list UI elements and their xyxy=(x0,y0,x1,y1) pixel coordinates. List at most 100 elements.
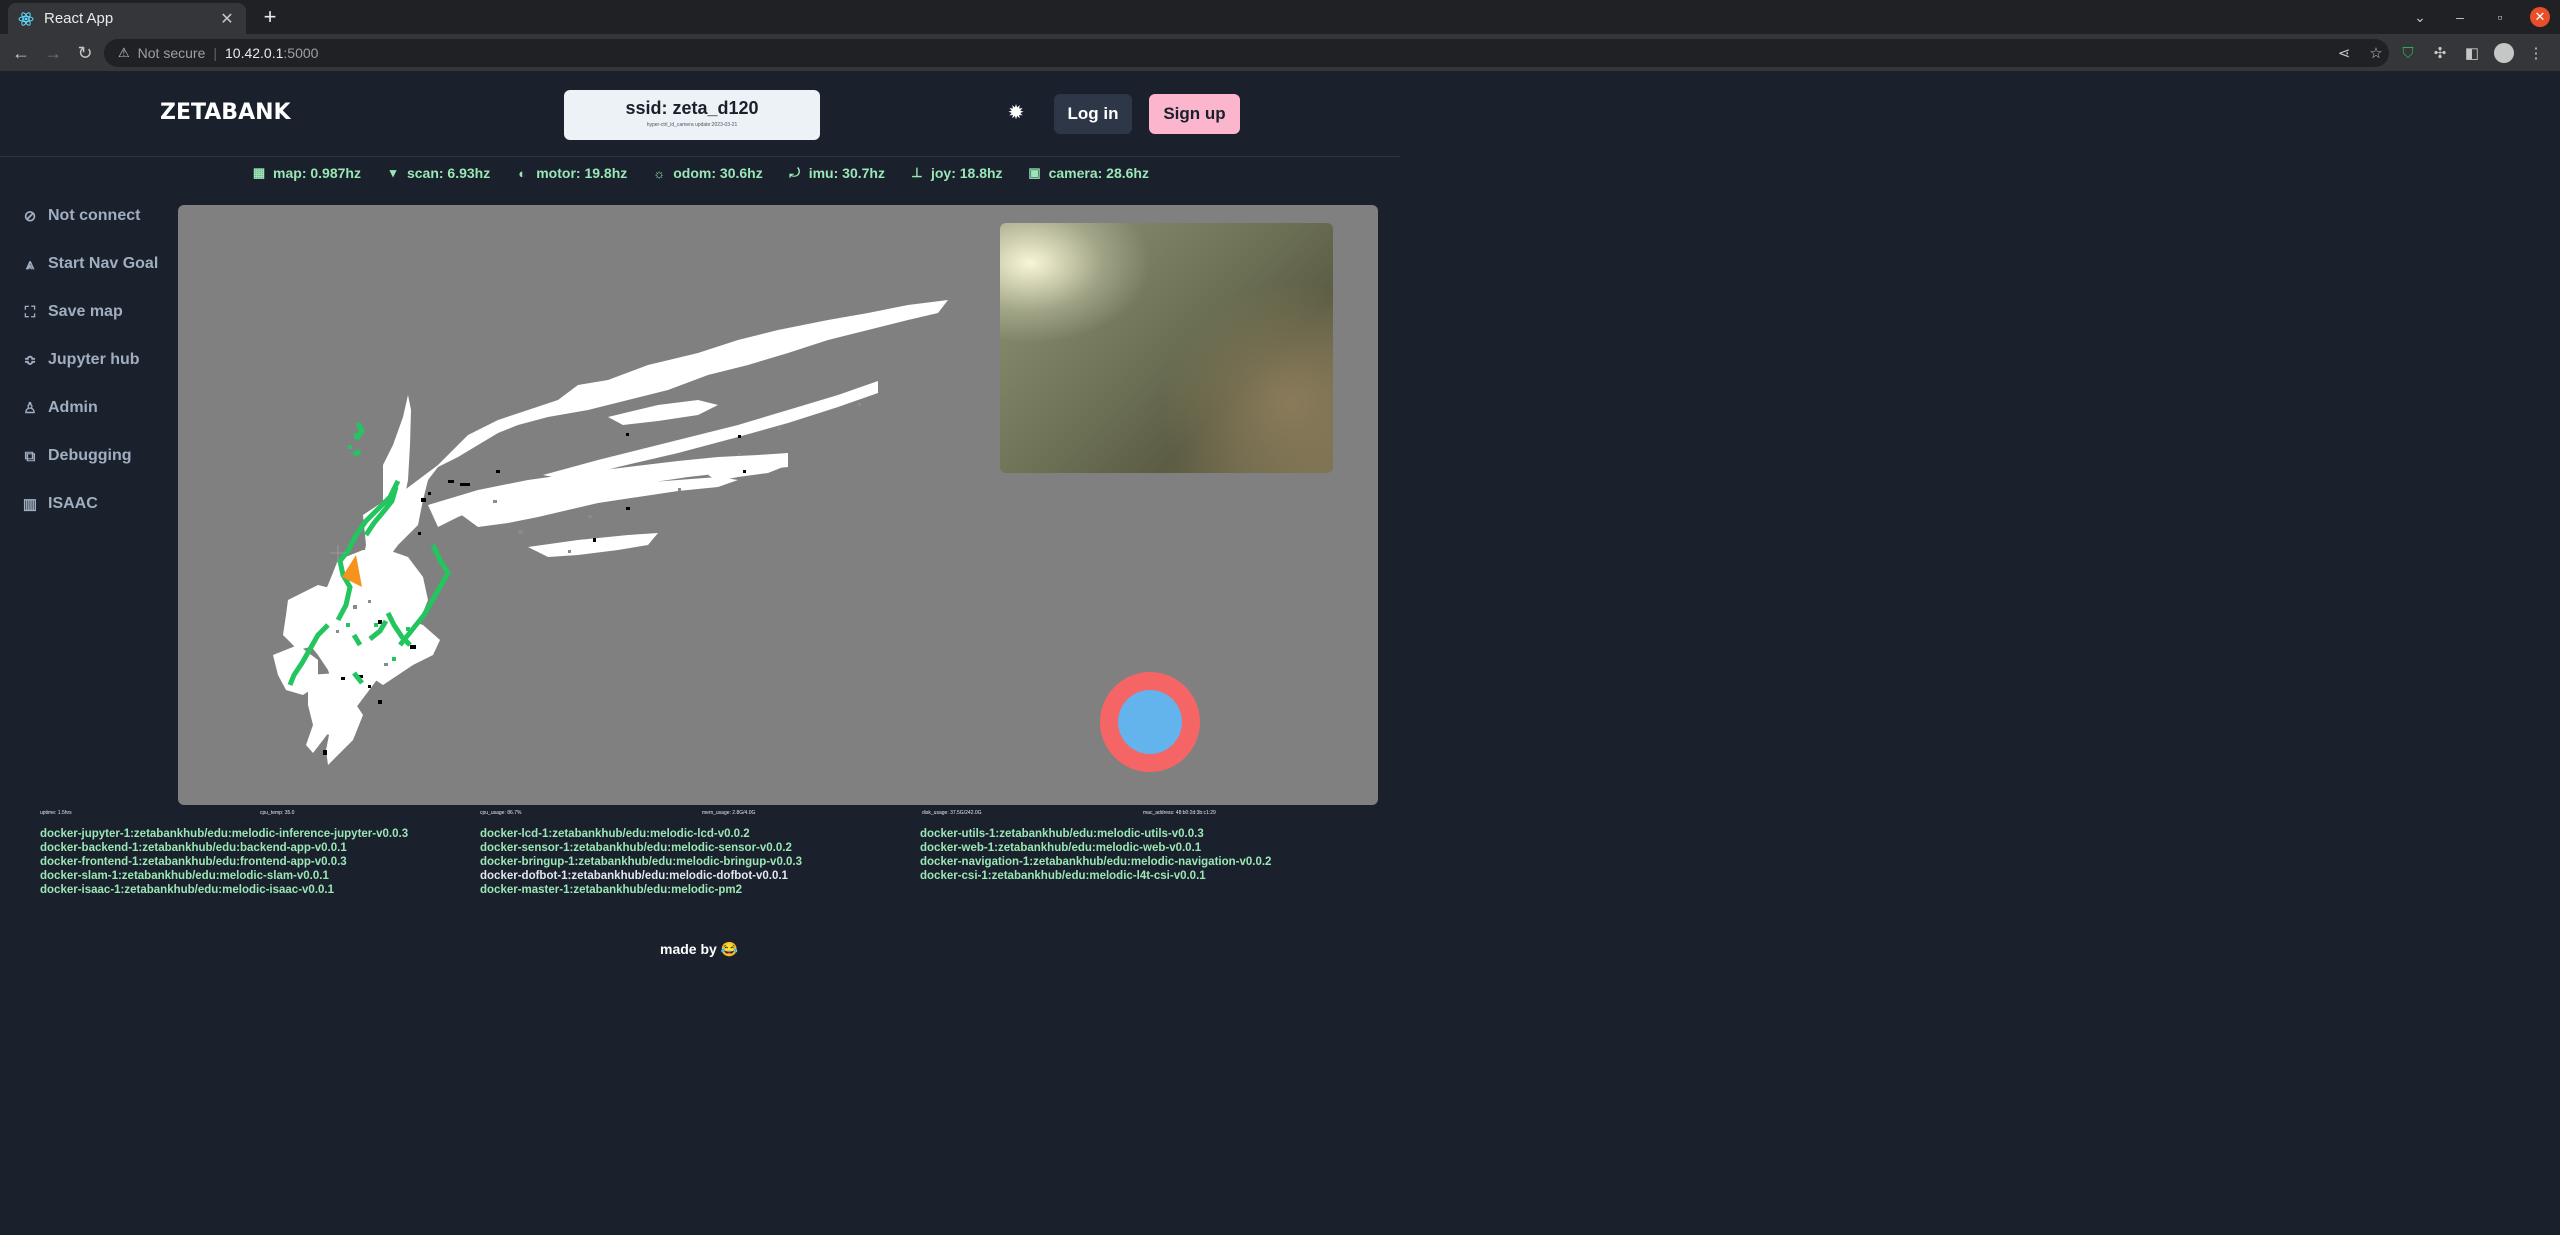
status-map-label: map: 0.987hz xyxy=(273,165,361,181)
footer-credit: made by 😂 xyxy=(660,941,739,957)
app-header: ZETABANK ssid: zeta_d120 hyper-ctrl_ld_c… xyxy=(0,72,1400,157)
sidebar-item-start-nav-goal[interactable]: ⩓ Start Nav Goal xyxy=(0,240,176,288)
debug-icon: ⧉ xyxy=(24,447,36,465)
joystick[interactable] xyxy=(1100,672,1200,772)
camera-feed xyxy=(1000,223,1333,473)
sidebar-item-label: Start Nav Goal xyxy=(48,255,159,272)
url-input[interactable]: ⚠ Not secure | 10.42.0.1:5000 xyxy=(104,39,2389,67)
container-item: docker-utils-1:zetabankhub/edu:melodic-u… xyxy=(920,828,1204,840)
sidebar-item-not-connect[interactable]: ⊘ Not connect xyxy=(0,192,176,240)
sidebar-item-label: Admin xyxy=(48,399,98,416)
free-space xyxy=(273,300,948,765)
system-disk-usage: disk_usage: 37.5G/242.0G xyxy=(922,810,982,816)
react-icon xyxy=(18,11,34,26)
bar-chart-icon: ▥ xyxy=(22,496,38,513)
tab-close-icon[interactable]: ✕ xyxy=(218,10,236,28)
imu-icon: ⤾ xyxy=(789,165,801,180)
jupyter-icon: ≎ xyxy=(23,352,37,369)
sidebar-item-label: Not connect xyxy=(48,207,141,224)
status-scan-label: scan: 6.93hz xyxy=(406,165,491,181)
zetabank-logo[interactable]: ZETABANK xyxy=(160,100,291,125)
back-icon[interactable]: ← xyxy=(10,42,32,64)
container-item: docker-bringup-1:zetabankhub/edu:melodic… xyxy=(480,856,803,868)
toolbar-icons: ⋖ ☆ ⛉ ✣ ◧ ⋮ xyxy=(2328,34,2560,72)
sidebar-item-label: ISAAC xyxy=(48,495,98,512)
status-map: ▦ map: 0.987hz xyxy=(251,165,361,181)
sidebar-item-save-map[interactable]: ⛶ Save map xyxy=(0,288,176,336)
new-tab-button[interactable]: + xyxy=(258,4,282,29)
container-item: docker-master-1:zetabankhub/edu:melodic-… xyxy=(480,884,743,896)
sidebar-item-admin[interactable]: ♙ Admin xyxy=(0,384,176,432)
system-info-row: uptime: 1.5hrs cpu_temp: 35.0 cpu_usage:… xyxy=(0,810,1400,822)
signup-button[interactable]: Sign up xyxy=(1149,94,1240,134)
minimize-icon[interactable]: – xyxy=(2440,0,2480,34)
forward-icon[interactable]: → xyxy=(42,42,64,64)
warning-icon: ⚠ xyxy=(118,45,130,60)
system-mem-usage: mem_usage: 2.8G/4.0G xyxy=(702,810,756,816)
status-odom: ☼ odom: 30.6hz xyxy=(651,165,762,181)
close-window-icon[interactable]: ✕ xyxy=(2520,0,2560,34)
system-uptime: uptime: 1.5hrs xyxy=(40,810,72,816)
compass-icon: ⊘ xyxy=(23,208,37,225)
user-icon: ♙ xyxy=(23,400,37,417)
container-item: docker-web-1:zetabankhub/edu:melodic-web… xyxy=(920,842,1202,854)
joystick-knob[interactable] xyxy=(1118,690,1182,754)
window-controls: ⌄ – ▫ ✕ xyxy=(2400,0,2560,34)
container-item: docker-frontend-1:zetabankhub/edu:fronte… xyxy=(40,856,347,868)
system-cpu-temp: cpu_temp: 35.0 xyxy=(260,810,295,816)
sidebar-item-jupyter-hub[interactable]: ≎ Jupyter hub xyxy=(0,336,176,384)
url-port: :5000 xyxy=(283,45,319,61)
status-imu-label: imu: 30.7hz xyxy=(808,165,885,181)
joystick-icon: ⊥ xyxy=(911,165,923,180)
star-icon[interactable]: ☆ xyxy=(2360,39,2392,67)
sidebar-item-debugging[interactable]: ⧉ Debugging xyxy=(0,432,176,480)
status-joy: ⊥ joy: 18.8hz xyxy=(909,165,1003,181)
share-icon[interactable]: ⋖ xyxy=(2328,39,2360,67)
container-item: docker-lcd-1:zetabankhub/edu:melodic-lcd… xyxy=(480,828,750,840)
status-imu: ⤾ imu: 30.7hz xyxy=(787,165,885,181)
sidebar: ⊘ Not connect ⩓ Start Nav Goal ⛶ Save map ≎… xyxy=(0,192,176,528)
container-item: docker-dofbot-1:zetabankhub/edu:melodic-… xyxy=(480,870,788,882)
browser-tab[interactable]: React App ✕ xyxy=(8,3,246,34)
container-column-2: docker-lcd-1:zetabankhub/edu:melodic-lcd… xyxy=(480,827,920,897)
tab-search-icon[interactable]: ⌄ xyxy=(2400,0,2440,34)
container-item: docker-jupyter-1:zetabankhub/edu:melodic… xyxy=(40,828,409,840)
map-viewer[interactable] xyxy=(178,205,1378,805)
extensions-icon[interactable]: ✣ xyxy=(2424,39,2456,67)
system-cpu-usage: cpu_usage: 86.7% xyxy=(480,810,522,816)
side-panel-icon[interactable]: ◧ xyxy=(2456,39,2488,67)
address-bar: ← → ↻ ⚠ Not secure | 10.42.0.1:5000 ⋖ ☆ … xyxy=(0,34,2560,72)
map-icon: ⛶ xyxy=(24,303,36,321)
reload-icon[interactable]: ↻ xyxy=(74,42,96,64)
ssid-label: ssid: zeta_d120 xyxy=(625,98,759,118)
theme-toggle-sun-icon[interactable]: ✹ xyxy=(1000,96,1032,128)
status-odom-label: odom: 30.6hz xyxy=(673,165,763,181)
motor-icon: ◐ xyxy=(518,165,527,181)
wifi-icon: ▾ xyxy=(389,165,397,180)
ssid-subtitle: hyper-ctrl_ld_camera update:2023-03-21 xyxy=(646,122,738,128)
url-host: 10.42.0.1 xyxy=(225,45,284,61)
shield-extension-icon[interactable]: ⛉ xyxy=(2392,39,2424,67)
container-item: docker-slam-1:zetabankhub/edu:melodic-sl… xyxy=(40,870,329,882)
browser-tab-bar: React App ✕ + ⌄ – ▫ ✕ xyxy=(0,0,2560,34)
restore-icon[interactable]: ▫ xyxy=(2480,0,2520,34)
tab-title: React App xyxy=(44,10,114,27)
profile-icon[interactable] xyxy=(2488,39,2520,67)
app-root: ZETABANK ssid: zeta_d120 hyper-ctrl_ld_c… xyxy=(0,72,2560,1235)
sun-icon: ☼ xyxy=(653,165,666,181)
sidebar-item-label: Save map xyxy=(48,303,123,320)
status-camera-label: camera: 28.6hz xyxy=(1048,165,1149,181)
login-button[interactable]: Log in xyxy=(1054,94,1132,134)
container-item: docker-navigation-1:zetabankhub/edu:melo… xyxy=(920,856,1272,868)
grid-icon: ▦ xyxy=(252,165,266,180)
ssid-badge: ssid: zeta_d120 hyper-ctrl_ld_camera upd… xyxy=(564,90,820,140)
status-motor-label: motor: 19.8hz xyxy=(536,165,628,181)
sidebar-item-label: Jupyter hub xyxy=(48,351,140,368)
sidebar-item-isaac[interactable]: ▥ ISAAC xyxy=(0,480,176,528)
container-item: docker-backend-1:zetabankhub/edu:backend… xyxy=(40,842,347,854)
container-column-1: docker-jupyter-1:zetabankhub/edu:melodic… xyxy=(40,827,480,897)
status-joy-label: joy: 18.8hz xyxy=(930,165,1003,181)
menu-icon[interactable]: ⋮ xyxy=(2520,39,2552,67)
navigation-icon: ⩓ xyxy=(25,255,35,273)
status-scan: ▾ scan: 6.93hz xyxy=(385,165,491,181)
